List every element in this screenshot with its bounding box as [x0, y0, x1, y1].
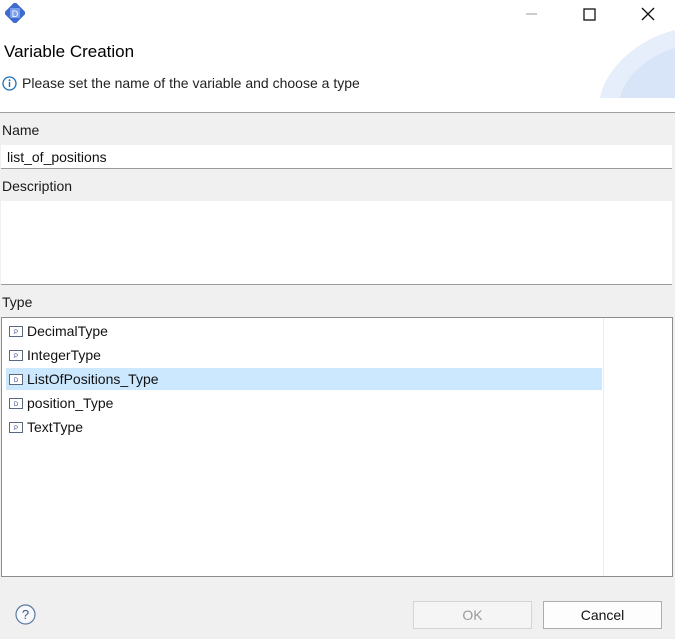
svg-text:D: D — [12, 9, 19, 19]
name-input[interactable] — [1, 145, 672, 169]
type-list-item-label: ListOfPositions_Type — [27, 371, 159, 387]
type-list-item[interactable]: P DecimalType — [6, 320, 602, 342]
type-label: Type — [2, 294, 33, 310]
info-text: Please set the name of the variable and … — [22, 75, 360, 91]
info-icon — [2, 75, 17, 91]
svg-text:D: D — [14, 378, 19, 384]
close-icon — [641, 7, 655, 21]
primitive-type-icon: P — [9, 421, 23, 433]
info-message: Please set the name of the variable and … — [2, 73, 360, 93]
svg-text:P: P — [14, 426, 18, 432]
description-label: Description — [2, 178, 73, 194]
minimize-button[interactable] — [509, 0, 555, 28]
type-list-item[interactable]: P IntegerType — [6, 344, 602, 366]
help-icon[interactable]: ? — [15, 604, 36, 625]
title-bar: D — [0, 0, 675, 30]
type-list-item-label: IntegerType — [27, 347, 101, 363]
type-list-item-label: DecimalType — [27, 323, 108, 339]
svg-text:?: ? — [22, 607, 29, 622]
svg-text:D: D — [14, 402, 19, 408]
type-list-item[interactable]: D position_Type — [6, 392, 602, 414]
banner-decoration-icon — [600, 30, 675, 98]
type-list-item-label: TextType — [27, 419, 84, 435]
type-list-item-selected[interactable]: D ListOfPositions_Type — [6, 368, 602, 390]
type-list[interactable]: P DecimalType P IntegerType D ListOfPosi… — [1, 317, 673, 577]
name-label: Name — [2, 122, 40, 138]
svg-text:P: P — [14, 330, 18, 336]
svg-text:P: P — [14, 354, 18, 360]
primitive-type-icon: P — [9, 325, 23, 337]
header-separator — [0, 112, 675, 113]
list-column-separator — [603, 318, 604, 576]
cancel-button[interactable]: Cancel — [543, 601, 662, 629]
primitive-type-icon: P — [9, 349, 23, 361]
type-list-item-label: position_Type — [27, 395, 114, 411]
maximize-icon — [582, 7, 596, 21]
app-logo-icon: D — [5, 3, 25, 23]
type-list-item[interactable]: P TextType — [6, 416, 602, 438]
data-type-icon: D — [9, 373, 23, 385]
description-input[interactable] — [1, 201, 672, 285]
dialog-header: Variable Creation Please set the name of… — [0, 30, 675, 112]
maximize-button[interactable] — [566, 0, 612, 28]
dialog-title: Variable Creation — [4, 42, 135, 61]
ok-button[interactable]: OK — [413, 601, 532, 629]
data-type-icon: D — [9, 397, 23, 409]
minimize-icon — [526, 13, 537, 15]
close-button[interactable] — [625, 0, 671, 28]
